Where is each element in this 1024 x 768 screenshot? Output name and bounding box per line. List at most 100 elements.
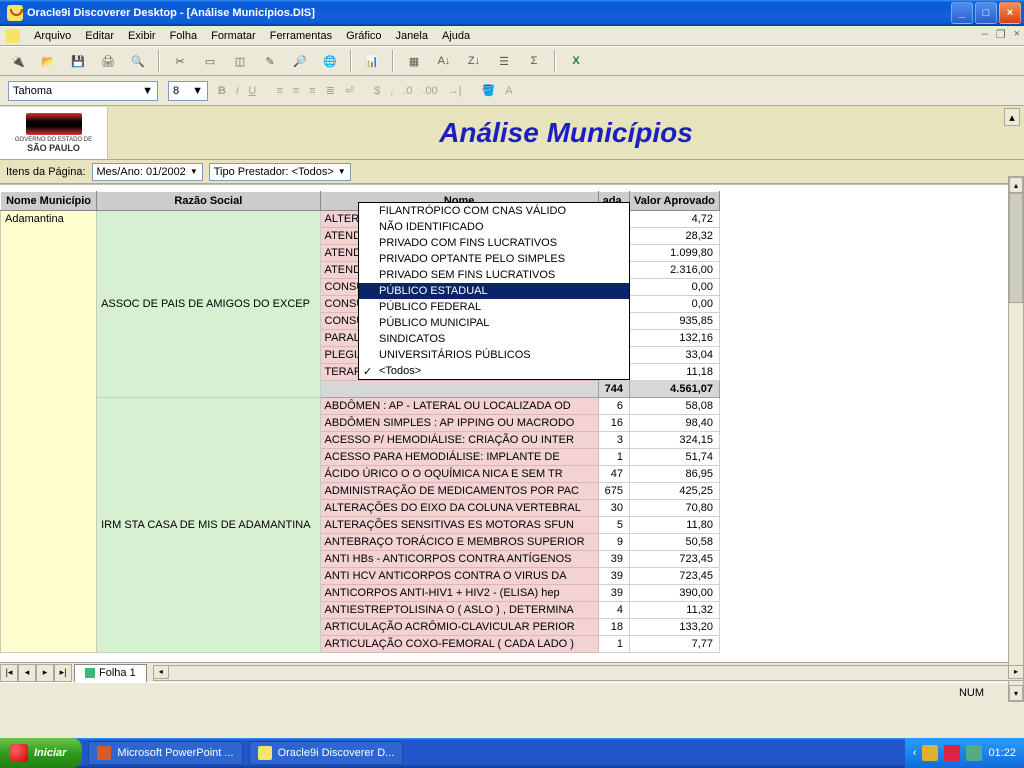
cell-qtd[interactable]: 4 [598,602,629,619]
sheet-prev[interactable]: ◂ [18,664,36,682]
decdec-icon[interactable]: .00 [422,85,437,97]
cell-nome[interactable]: ANTEBRAÇO TORÁCICO E MEMBROS SUPERIOR [320,534,598,551]
cell-qtd[interactable]: 6 [598,398,629,415]
dropdown-option[interactable]: PÚBLICO FEDERAL [359,299,629,315]
menu-ajuda[interactable]: Ajuda [436,28,476,44]
start-button[interactable]: Iniciar [0,738,82,768]
scroll-down-icon[interactable]: ▾ [1009,685,1023,701]
cell-valor[interactable]: 723,45 [630,551,720,568]
header-razao[interactable]: Razão Social [97,192,320,211]
underline-icon[interactable]: U [248,85,256,97]
cell-qtd[interactable]: 47 [598,466,629,483]
layout1-icon[interactable]: ▭ [200,51,220,71]
cell-nome[interactable]: ÁCIDO ÚRICO O O OQUÍMICA NICA E SEM TR [320,466,598,483]
cell-valor[interactable]: 133,20 [630,619,720,636]
connect-icon[interactable]: 🔌 [8,51,28,71]
currency-icon[interactable]: $ [374,85,380,97]
italic-icon[interactable]: i [236,85,238,97]
maximize-button[interactable]: □ [975,2,997,24]
cell-nome[interactable]: ANTI HCV ANTICORPOS CONTRA O VIRUS DA [320,568,598,585]
cell-nome[interactable]: ABDÔMEN SIMPLES : AP IPPING OU MACRODO [320,415,598,432]
tray-icon[interactable] [944,745,960,761]
cell-valor[interactable]: 935,85 [630,313,720,330]
cell-nome[interactable]: ALTERAÇÕES SENSITIVAS ES MOTORAS SFUN [320,517,598,534]
cell-valor[interactable]: 98,40 [630,415,720,432]
menu-janela[interactable]: Janela [390,28,434,44]
cell-nome[interactable]: ARTICULAÇÃO ACRÔMIO-CLAVICULAR PERIOR [320,619,598,636]
sheet-first[interactable]: |◂ [0,664,18,682]
cell-valor[interactable]: 324,15 [630,432,720,449]
cut-icon[interactable]: ✂ [170,51,190,71]
indent-icon[interactable]: →| [448,85,462,97]
menu-ferramentas[interactable]: Ferramentas [264,28,338,44]
hscroll-left-icon[interactable]: ◂ [153,665,169,679]
hscroll-right-icon[interactable]: ▸ [1008,665,1024,679]
dropdown-option[interactable]: PRIVADO SEM FINS LUCRATIVOS [359,267,629,283]
header-municipio[interactable]: Nome Município [1,192,97,211]
tipo-prestador-list[interactable]: FILANTRÓPICO COM CNAS VÁLIDONÃO IDENTIFI… [358,202,630,380]
save-icon[interactable]: 💾 [68,51,88,71]
cell-valor[interactable]: 11,18 [630,364,720,381]
cell-valor[interactable]: 132,16 [630,330,720,347]
scroll-up-button[interactable]: ▴ [1004,108,1020,126]
cell-nome[interactable]: ANTI HBs - ANTICORPOS CONTRA ANTÍGENOS [320,551,598,568]
cell-valor[interactable]: 86,95 [630,466,720,483]
cell-valor[interactable]: 33,04 [630,347,720,364]
dropdown-option[interactable]: PÚBLICO ESTADUAL [359,283,629,299]
menu-grafico[interactable]: Gráfico [340,28,387,44]
cell-nome[interactable]: ACESSO P/ HEMODIÁLISE: CRIAÇÃO OU INTER [320,432,598,449]
cell-valor[interactable]: 723,45 [630,568,720,585]
sheet-next[interactable]: ▸ [36,664,54,682]
scroll-up-icon[interactable]: ▴ [1009,177,1023,193]
mdi-restore[interactable]: ❐ [996,28,1006,41]
sum-icon[interactable]: Σ [524,51,544,71]
aligncenter-icon[interactable]: ≡ [293,85,299,97]
alignleft-icon[interactable]: ≡ [276,85,282,97]
vertical-scrollbar[interactable]: ▴ ▾ [1008,176,1024,702]
cell-municipio[interactable]: Adamantina [1,211,97,653]
cell-qtd[interactable]: 1 [598,636,629,653]
dropdown-option[interactable]: <Todos> [359,363,629,379]
cell-qtd[interactable]: 39 [598,551,629,568]
menu-editar[interactable]: Editar [79,28,120,44]
menu-folha[interactable]: Folha [164,28,204,44]
sheet-tab-folha1[interactable]: Folha 1 [74,664,147,682]
cell-nome[interactable]: ACESSO PARA HEMODIÁLISE: IMPLANTE DE [320,449,598,466]
dropdown-option[interactable]: PRIVADO OPTANTE PELO SIMPLES [359,251,629,267]
layout2-icon[interactable]: ◫ [230,51,250,71]
tray-icon[interactable] [922,745,938,761]
cell-valor[interactable]: 2.316,00 [630,262,720,279]
cell-valor[interactable]: 425,25 [630,483,720,500]
fillcolor-icon[interactable]: 🪣 [482,84,496,97]
open-icon[interactable]: 📂 [38,51,58,71]
cell-qtd[interactable]: 9 [598,534,629,551]
cell-valor[interactable]: 50,58 [630,534,720,551]
font-select[interactable]: Tahoma▼ [8,81,158,101]
fontcolor-icon[interactable]: A [505,85,512,97]
tipo-prestador-dropdown[interactable]: Tipo Prestador: <Todos>▼ [209,163,351,181]
preview-icon[interactable]: 🔍 [128,51,148,71]
cell-valor[interactable]: 7,77 [630,636,720,653]
cell-nome[interactable]: ALTERAÇÕES DO EIXO DA COLUNA VERTEBRAL [320,500,598,517]
wrap-icon[interactable]: ⏎ [345,84,354,97]
justify-icon[interactable]: ≣ [326,84,335,97]
close-button[interactable]: × [999,2,1021,24]
menu-formatar[interactable]: Formatar [205,28,262,44]
dropdown-option[interactable]: UNIVERSITÁRIOS PÚBLICOS [359,347,629,363]
task-powerpoint[interactable]: Microsoft PowerPoint ... [88,741,242,765]
cell-razao[interactable]: IRM STA CASA DE MIS DE ADAMANTINA [97,398,320,653]
task-discoverer[interactable]: Oracle9i Discoverer D... [249,741,404,765]
minimize-button[interactable]: _ [951,2,973,24]
header-valor[interactable]: Valor Aprovado [630,192,720,211]
cell-qtd[interactable]: 39 [598,585,629,602]
menu-exibir[interactable]: Exibir [122,28,162,44]
cell-valor[interactable]: 0,00 [630,279,720,296]
tray-chevron-icon[interactable]: ‹ [913,747,917,759]
cell-nome[interactable]: ADMINISTRAÇÃO DE MEDICAMENTOS POR PAC [320,483,598,500]
cell-qtd[interactable]: 1 [598,449,629,466]
cell-total-qtd[interactable]: 744 [598,381,629,398]
mesano-dropdown[interactable]: Mes/Ano: 01/2002▼ [92,163,203,181]
cell-qtd[interactable]: 30 [598,500,629,517]
cell-qtd[interactable]: 16 [598,415,629,432]
scroll-thumb[interactable] [1009,193,1023,303]
